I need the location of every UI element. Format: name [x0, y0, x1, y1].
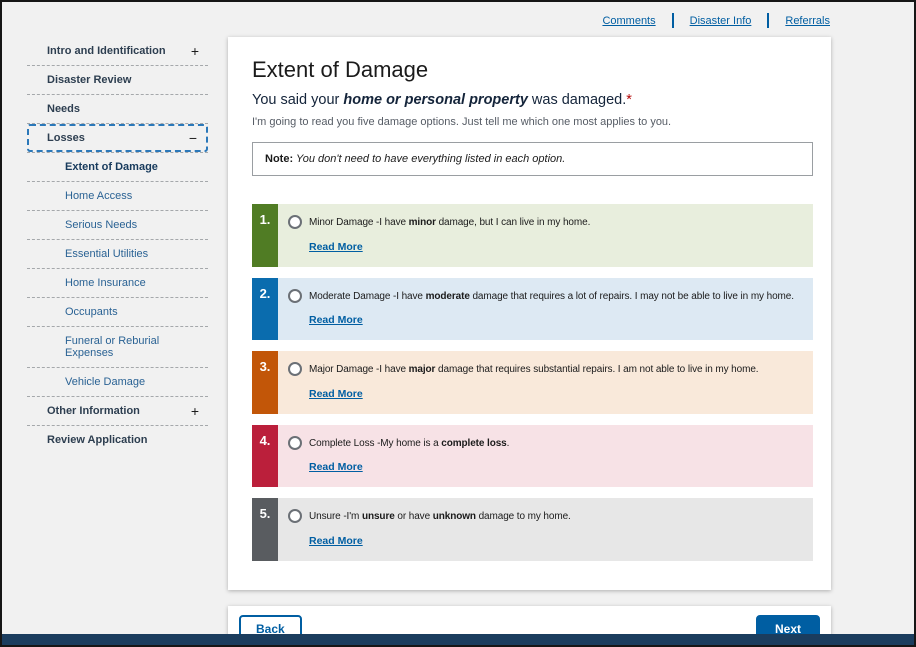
damage-option-major: 3. Major Damage -I have major damage tha…: [252, 351, 813, 414]
option-label-row: Unsure -I'm unsure or have unknown damag…: [288, 510, 805, 524]
radio-button[interactable]: [288, 509, 302, 523]
sidebar-item-serious-needs[interactable]: Serious Needs: [27, 211, 208, 240]
sidebar-item-losses[interactable]: Losses −: [27, 124, 208, 152]
sidebar-item-disaster-review[interactable]: Disaster Review: [27, 66, 208, 95]
footer-bar: [2, 634, 914, 645]
sidebar-item-label: Intro and Identification: [47, 45, 166, 57]
radio-button[interactable]: [288, 289, 302, 303]
sidebar-item-funeral-or-reburial-expenses[interactable]: Funeral or Reburial Expenses: [27, 327, 208, 368]
read-more-link[interactable]: Read More: [309, 461, 363, 473]
sidebar-item-vehicle-damage[interactable]: Vehicle Damage: [27, 368, 208, 397]
option-body: Unsure -I'm unsure or have unknown damag…: [278, 498, 813, 561]
damage-option-moderate: 2. Moderate Damage -I have moderate dama…: [252, 278, 813, 341]
read-more-link[interactable]: Read More: [309, 241, 363, 253]
option-number-badge: 3.: [252, 351, 278, 414]
sidebar-item-label: Needs: [47, 103, 80, 115]
sidebar-item-label: Review Application: [47, 434, 147, 446]
sidebar-item-label: Disaster Review: [47, 74, 131, 86]
damage-option-complete-loss: 4. Complete Loss -My home is a complete …: [252, 425, 813, 488]
option-number-badge: 1.: [252, 204, 278, 267]
option-label-row: Major Damage -I have major damage that r…: [288, 363, 805, 377]
sidebar-item-review-application[interactable]: Review Application: [27, 426, 208, 454]
sidebar-nav: Intro and Identification + Disaster Revi…: [27, 37, 208, 454]
main-card: Extent of Damage You said your home or p…: [228, 37, 831, 590]
sidebar-item-extent-of-damage[interactable]: Extent of Damage: [27, 153, 208, 182]
top-link-referrals[interactable]: Referrals: [785, 15, 830, 27]
option-label-row: Moderate Damage -I have moderate damage …: [288, 290, 805, 304]
minus-icon[interactable]: −: [189, 133, 202, 143]
plus-icon[interactable]: +: [191, 406, 204, 416]
sidebar-item-home-access[interactable]: Home Access: [27, 182, 208, 211]
read-more-link[interactable]: Read More: [309, 535, 363, 547]
page-title: Extent of Damage: [252, 57, 813, 83]
option-body: Minor Damage -I have minor damage, but I…: [278, 204, 813, 267]
option-body: Complete Loss -My home is a complete los…: [278, 425, 813, 488]
note-label: Note:: [265, 153, 293, 165]
question-text-pre: You said your: [252, 92, 343, 108]
option-label-row: Complete Loss -My home is a complete los…: [288, 437, 805, 451]
top-nav-divider: [672, 13, 674, 28]
damage-option-unsure: 5. Unsure -I'm unsure or have unknown da…: [252, 498, 813, 561]
damage-option-minor: 1. Minor Damage -I have minor damage, bu…: [252, 204, 813, 267]
note-box: Note: You don't need to have everything …: [252, 142, 813, 176]
read-more-link[interactable]: Read More: [309, 388, 363, 400]
option-label: Minor Damage -I have minor damage, but I…: [309, 216, 590, 230]
option-label: Major Damage -I have major damage that r…: [309, 363, 758, 377]
option-label: Complete Loss -My home is a complete los…: [309, 437, 509, 451]
sidebar-item-label: Other Information: [47, 405, 140, 417]
option-label: Unsure -I'm unsure or have unknown damag…: [309, 510, 571, 524]
damage-options-list: 1. Minor Damage -I have minor damage, bu…: [252, 204, 813, 561]
instruction-text: I'm going to read you five damage option…: [252, 116, 813, 128]
read-more-link[interactable]: Read More: [309, 314, 363, 326]
sidebar-item-home-insurance[interactable]: Home Insurance: [27, 269, 208, 298]
note-text: You don't need to have everything listed…: [293, 153, 565, 165]
option-number-badge: 2.: [252, 278, 278, 341]
radio-button[interactable]: [288, 436, 302, 450]
question-text: You said your home or personal property …: [252, 92, 813, 108]
sidebar-item-occupants[interactable]: Occupants: [27, 298, 208, 327]
option-body: Major Damage -I have major damage that r…: [278, 351, 813, 414]
top-nav-divider: [767, 13, 769, 28]
radio-button[interactable]: [288, 215, 302, 229]
sidebar-item-label: Losses: [47, 132, 85, 144]
radio-button[interactable]: [288, 362, 302, 376]
top-nav: Comments Disaster Info Referrals: [2, 2, 914, 35]
option-number-badge: 5.: [252, 498, 278, 561]
required-asterisk: *: [626, 92, 632, 108]
content-column: Extent of Damage You said your home or p…: [228, 37, 831, 647]
page-body: Intro and Identification + Disaster Revi…: [2, 35, 914, 647]
sidebar-losses-group: Losses −: [27, 124, 208, 153]
top-link-comments[interactable]: Comments: [602, 15, 655, 27]
option-number-badge: 4.: [252, 425, 278, 488]
app-window: Comments Disaster Info Referrals Intro a…: [0, 0, 916, 647]
top-link-disaster-info[interactable]: Disaster Info: [690, 15, 752, 27]
sidebar-item-other-information[interactable]: Other Information +: [27, 397, 208, 426]
option-label-row: Minor Damage -I have minor damage, but I…: [288, 216, 805, 230]
option-label: Moderate Damage -I have moderate damage …: [309, 290, 794, 304]
option-body: Moderate Damage -I have moderate damage …: [278, 278, 813, 341]
plus-icon[interactable]: +: [191, 46, 204, 56]
question-text-emphasis: home or personal property: [343, 92, 528, 108]
sidebar-item-intro-and-identification[interactable]: Intro and Identification +: [27, 37, 208, 66]
sidebar-item-essential-utilities[interactable]: Essential Utilities: [27, 240, 208, 269]
sidebar-item-needs[interactable]: Needs: [27, 95, 208, 124]
question-text-post: was damaged.: [528, 92, 626, 108]
